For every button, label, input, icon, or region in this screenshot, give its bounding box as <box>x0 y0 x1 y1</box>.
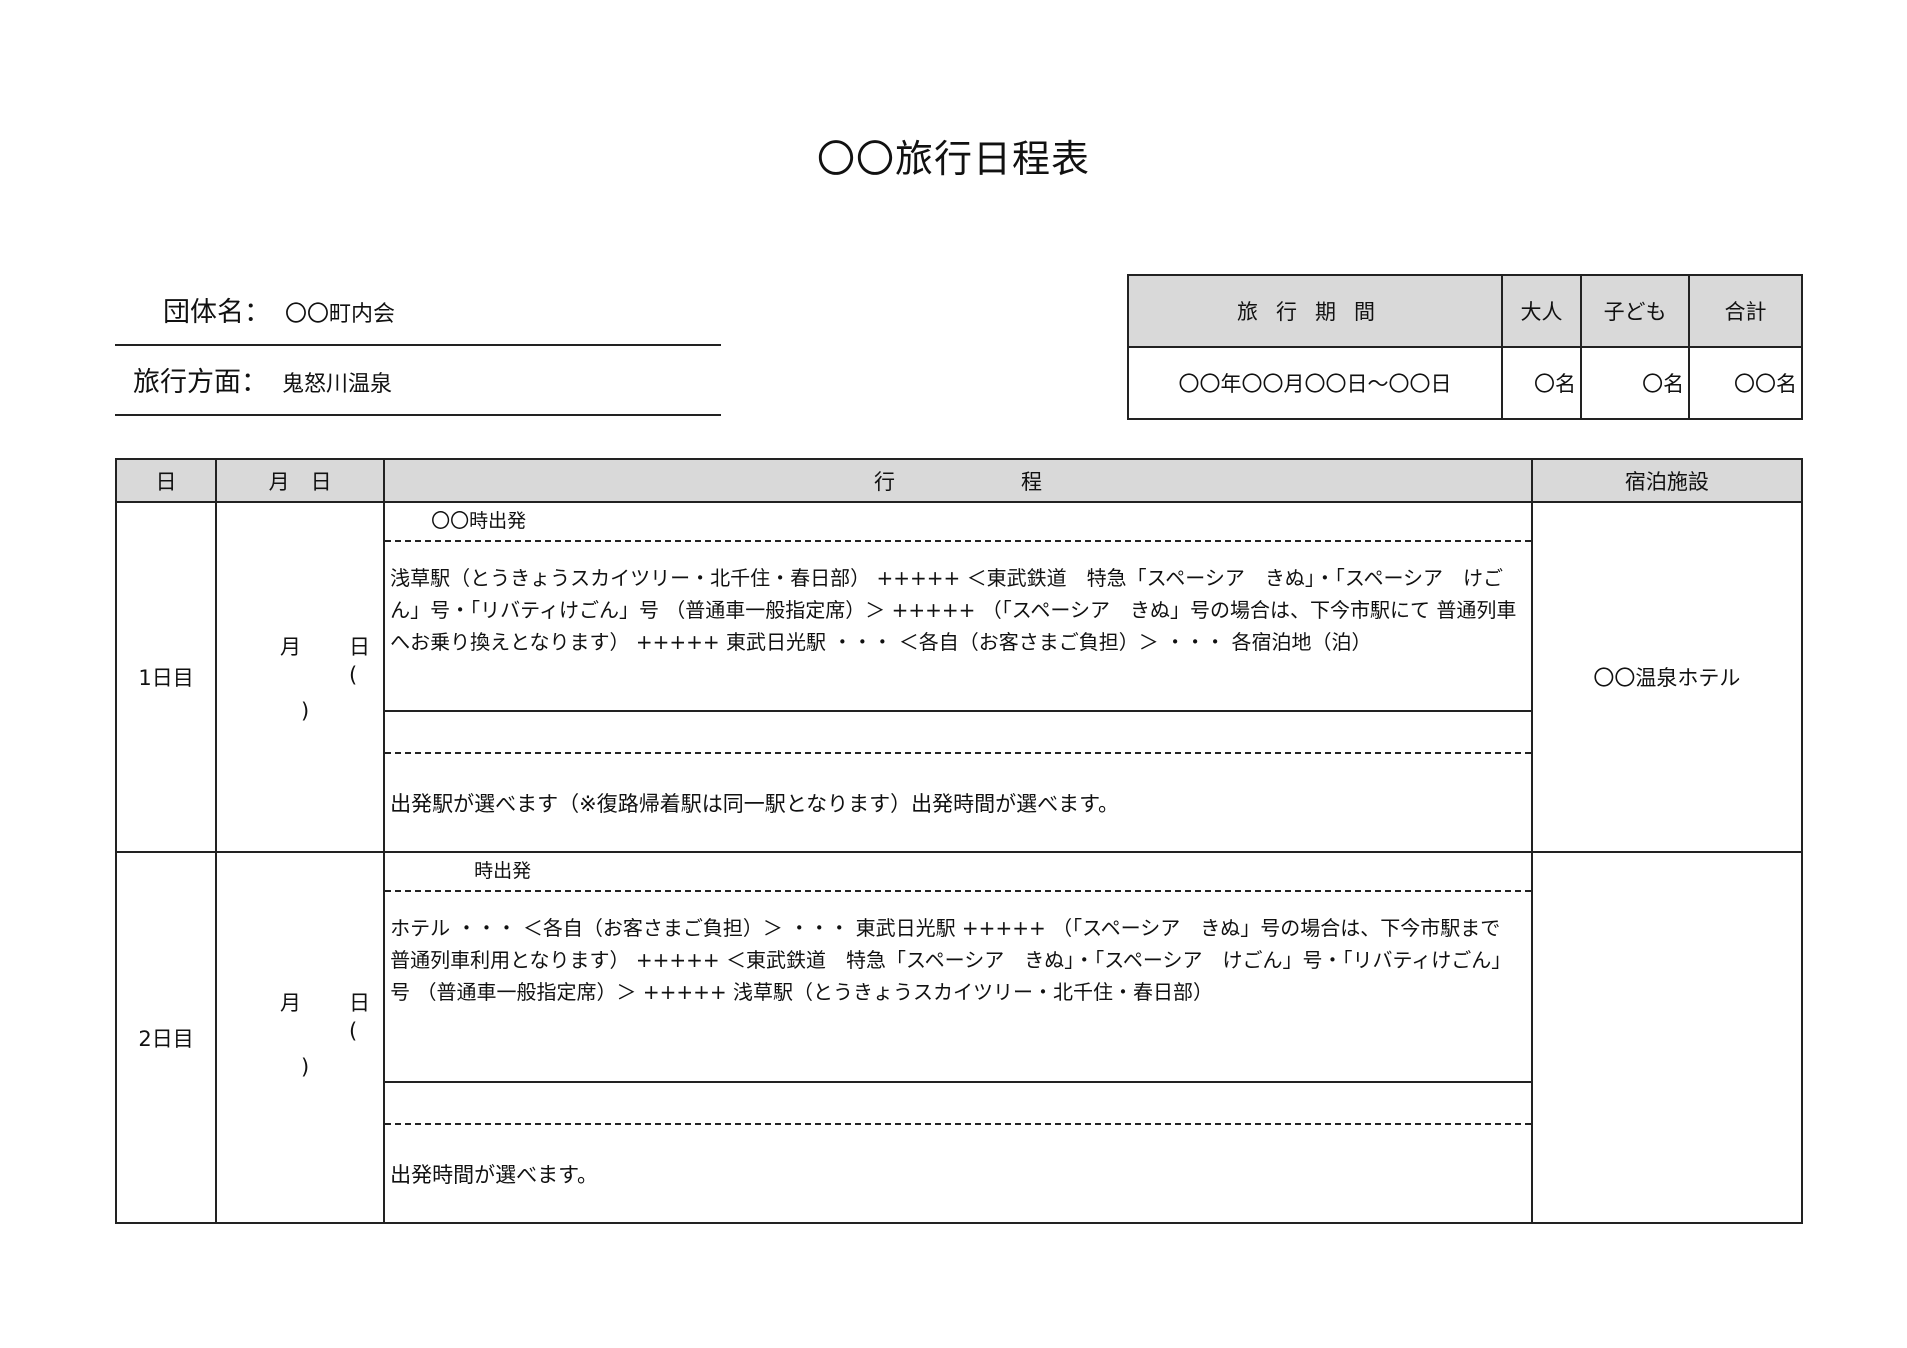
schedule-row: 2日目 月 日 ( ) 時出発 ホテル ・・・ ＜各自（お客さまご負担）＞ ・・… <box>114 851 1804 1224</box>
schedule-table: 日 月 日 行 程 宿泊施設 1日目 月 日 ( ) 〇〇時出発 浅草駅（とうき… <box>114 458 1804 1224</box>
route-cell: 〇〇時出発 浅草駅（とうきょうスカイツリー・北千住・春日部） +++++ ＜東武… <box>383 501 1533 853</box>
route-note: 出発駅が選べます（※復路帰着駅は同一駅となります）出発時間が選べます。 <box>390 791 1120 816</box>
summary-header-period: 旅行期間 <box>1127 274 1503 348</box>
destination-row: 旅行方面： 鬼怒川温泉 <box>115 360 721 416</box>
day-label: 1日目 <box>114 501 218 853</box>
header-date: 月 日 <box>215 458 386 503</box>
route-description: 浅草駅（とうきょうスカイツリー・北千住・春日部） +++++ ＜東武鉄道 特急「… <box>385 542 1531 712</box>
route-note: 出発時間が選べます。 <box>390 1162 599 1187</box>
date-cell: 月 日 ( ) <box>215 501 386 853</box>
summary-header-row: 旅行期間 大人 子ども 合計 <box>1127 274 1803 348</box>
summary-header-total: 合計 <box>1688 274 1803 348</box>
destination-value: 鬼怒川温泉 <box>282 372 393 397</box>
summary-table: 旅行期間 大人 子ども 合計 〇〇年〇〇月〇〇日～〇〇日 〇名 〇名 〇〇名 <box>1127 274 1803 420</box>
route-blank-line <box>385 1083 1531 1125</box>
group-name-value: 〇〇町内会 <box>285 302 396 327</box>
route-blank-line <box>385 712 1531 754</box>
departure-time: 〇〇時出発 <box>385 503 1531 542</box>
summary-value-row: 〇〇年〇〇月〇〇日～〇〇日 〇名 〇名 〇〇名 <box>1127 346 1803 420</box>
weekday-close-paren: ) <box>301 1055 310 1079</box>
document-title: 〇〇旅行日程表 <box>816 137 1090 181</box>
schedule-row: 1日目 月 日 ( ) 〇〇時出発 浅草駅（とうきょうスカイツリー・北千住・春日… <box>114 501 1804 853</box>
month-label: 月 <box>280 635 302 659</box>
summary-adults: 〇名 <box>1500 346 1583 420</box>
group-name-label: 団体名： <box>163 297 271 328</box>
summary-period: 〇〇年〇〇月〇〇日～〇〇日 <box>1127 346 1503 420</box>
summary-children: 〇名 <box>1580 346 1691 420</box>
date-cell: 月 日 ( ) <box>215 851 386 1224</box>
summary-header-adults: 大人 <box>1500 274 1583 348</box>
route-cell: 時出発 ホテル ・・・ ＜各自（お客さまご負担）＞ ・・・ 東武日光駅 ++++… <box>383 851 1533 1224</box>
hotel-name: 〇〇温泉ホテル <box>1530 501 1804 853</box>
header-route: 行 程 <box>383 458 1533 503</box>
weekday-open-paren: ( <box>349 663 358 687</box>
day-label: 2日目 <box>114 851 218 1224</box>
summary-header-children: 子ども <box>1580 274 1691 348</box>
group-name-row: 団体名： 〇〇町内会 <box>115 290 721 346</box>
destination-label: 旅行方面： <box>133 367 268 398</box>
hotel-name <box>1530 851 1804 1224</box>
summary-total: 〇〇名 <box>1688 346 1803 420</box>
departure-time: 時出発 <box>385 853 1531 892</box>
schedule-header-row: 日 月 日 行 程 宿泊施設 <box>114 458 1804 503</box>
header-day: 日 <box>114 458 218 503</box>
day-of-month-label: 日 <box>349 991 371 1015</box>
header-hotel: 宿泊施設 <box>1530 458 1804 503</box>
month-label: 月 <box>280 991 302 1015</box>
route-description: ホテル ・・・ ＜各自（お客さまご負担）＞ ・・・ 東武日光駅 +++++ （「… <box>385 892 1531 1083</box>
weekday-close-paren: ) <box>301 699 310 723</box>
day-of-month-label: 日 <box>349 635 371 659</box>
weekday-open-paren: ( <box>349 1019 358 1043</box>
